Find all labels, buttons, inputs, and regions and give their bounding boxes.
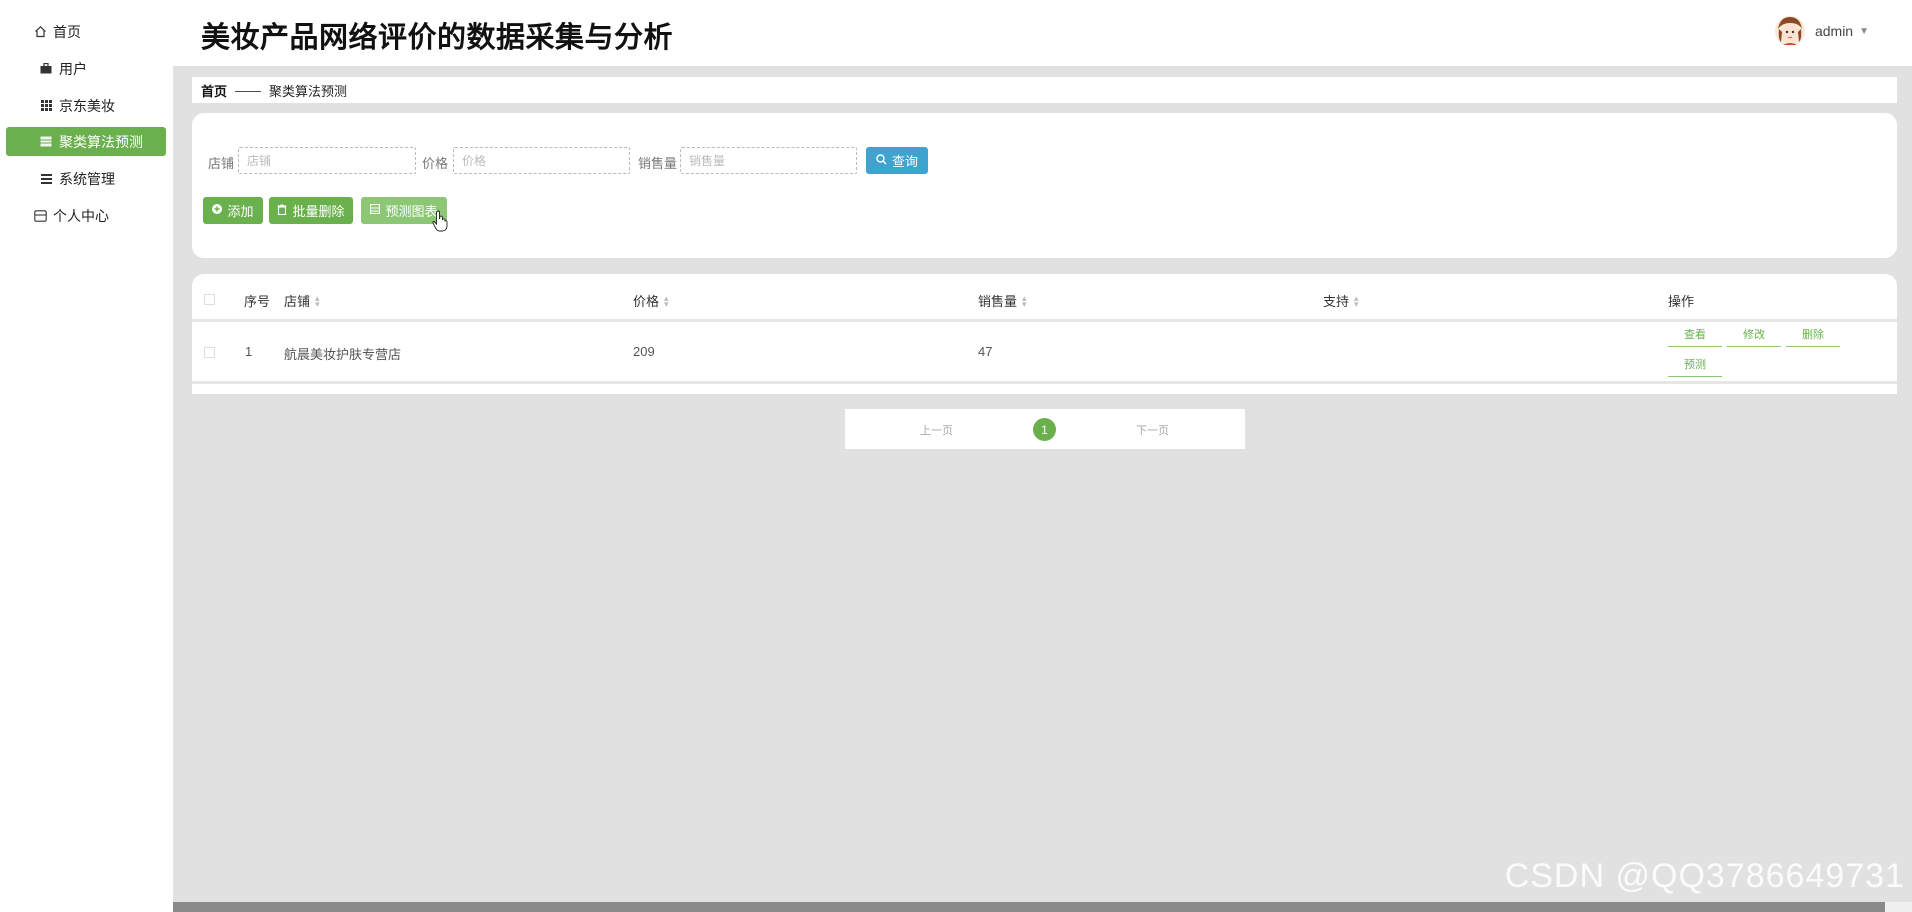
column-header-label: 操作 [1668,294,1695,309]
page-title: 美妆产品网络评价的数据采集与分析 [201,22,674,54]
home-icon [33,25,47,39]
batch-delete-button[interactable]: 批量删除 [269,197,353,224]
sidebar-item-label: 系统管理 [59,170,115,187]
delete-link[interactable]: 删除 [1786,326,1840,347]
query-button[interactable]: 查询 [866,147,928,174]
sales-label: 销售量 [638,156,678,171]
add-button[interactable]: 添加 [203,197,263,224]
breadcrumb-home[interactable]: 首页 [201,81,227,100]
table-icon [39,135,53,149]
current-page-button[interactable]: 1 [1033,418,1056,441]
sidebar: 首页 用户 京东美妆 聚类算法预测 系统管理 个人中心 [0,0,173,912]
sidebar-item-label: 京东美妆 [59,97,115,114]
avatar [1774,15,1805,47]
column-header-sales[interactable]: 销售量 ▴ ▾ [978,291,1027,310]
window-icon [33,209,47,223]
grid-icon [39,99,53,113]
sidebar-item-profile[interactable]: 个人中心 [6,201,166,230]
prev-page-button[interactable]: 上一页 [920,422,953,438]
predict-chart-button-label: 预测图表 [385,204,438,219]
cell-sales: 47 [978,344,993,359]
sidebar-item-system[interactable]: 系统管理 [6,164,166,193]
shop-input[interactable] [238,147,416,174]
horizontal-scrollbar[interactable] [173,902,1912,912]
breadcrumb: 首页 —— 聚类算法预测 [192,77,1897,103]
list-icon [39,172,53,186]
sidebar-item-label: 首页 [53,23,81,40]
row-divider [192,381,1897,384]
sidebar-item-label: 个人中心 [53,207,109,224]
predict-link[interactable]: 预测 [1668,356,1722,377]
sidebar-item-home[interactable]: 首页 [6,17,166,46]
sort-icon[interactable]: ▴ ▾ [1022,293,1027,308]
column-header-label: 序号 [244,294,271,309]
top-header: 美妆产品网络评价的数据采集与分析 admin ▼ [173,0,1912,66]
column-header-ops: 操作 [1668,291,1694,310]
column-header-index: 序号 [244,291,270,310]
sidebar-item-label: 用户 [59,60,87,77]
hand-cursor-icon [432,210,448,237]
sort-icon[interactable]: ▴ ▾ [315,293,320,308]
search-icon [876,153,887,168]
row-checkbox[interactable] [204,347,215,358]
column-header-shop[interactable]: 店铺 ▴ ▾ [284,291,320,310]
breadcrumb-current: 聚类算法预测 [269,83,348,99]
sidebar-item-cluster-predict[interactable]: 聚类算法预测 [6,127,166,156]
next-page-button[interactable]: 下一页 [1136,422,1169,438]
sort-icon[interactable]: ▴ ▾ [1354,293,1359,308]
chevron-down-icon: ▼ [1859,25,1869,37]
price-label: 价格 [422,156,449,171]
column-header-support[interactable]: 支持 ▴ ▾ [1323,291,1359,310]
username: admin [1814,23,1854,39]
briefcase-icon [39,62,53,76]
add-button-label: 添加 [227,204,254,219]
cell-price: 209 [633,344,655,359]
cell-index: 1 [245,344,253,359]
column-header-price[interactable]: 价格 ▴ ▾ [633,291,669,310]
trash-icon [277,204,287,218]
sidebar-item-label: 聚类算法预测 [59,133,143,150]
pagination: 上一页 1 下一页 [845,409,1245,449]
sales-input[interactable] [680,147,857,174]
view-link[interactable]: 查看 [1668,326,1722,347]
chart-icon [370,203,381,217]
watermark: CSDN @QQ3786649731 [1504,857,1905,895]
edit-link[interactable]: 修改 [1727,326,1781,347]
query-button-label: 查询 [891,154,918,169]
batch-delete-button-label: 批量删除 [292,204,345,219]
column-header-label: 支持 [1323,294,1350,309]
sort-icon[interactable]: ▴ ▾ [664,293,669,308]
scrollbar-arrow[interactable] [1885,902,1912,912]
sidebar-item-jd-beauty[interactable]: 京东美妆 [6,91,166,120]
select-all-checkbox[interactable] [204,294,215,305]
column-header-label: 价格 [633,294,660,309]
column-header-label: 销售量 [978,294,1018,309]
shop-label: 店铺 [208,156,235,171]
plus-circle-icon [212,204,223,217]
sidebar-item-users[interactable]: 用户 [6,54,166,83]
cell-shop: 航晨美妆护肤专营店 [284,347,402,362]
data-table: 序号 店铺 ▴ ▾ 价格 ▴ ▾ 销售量 ▴ ▾ 支持 ▴ ▾ 操作 1 航晨美妆护肤专… [192,274,1897,394]
breadcrumb-separator: —— [235,82,262,98]
price-input[interactable] [453,147,630,174]
user-menu[interactable]: admin ▼ [1774,15,1869,47]
column-header-label: 店铺 [284,294,311,309]
header-divider [192,319,1897,322]
